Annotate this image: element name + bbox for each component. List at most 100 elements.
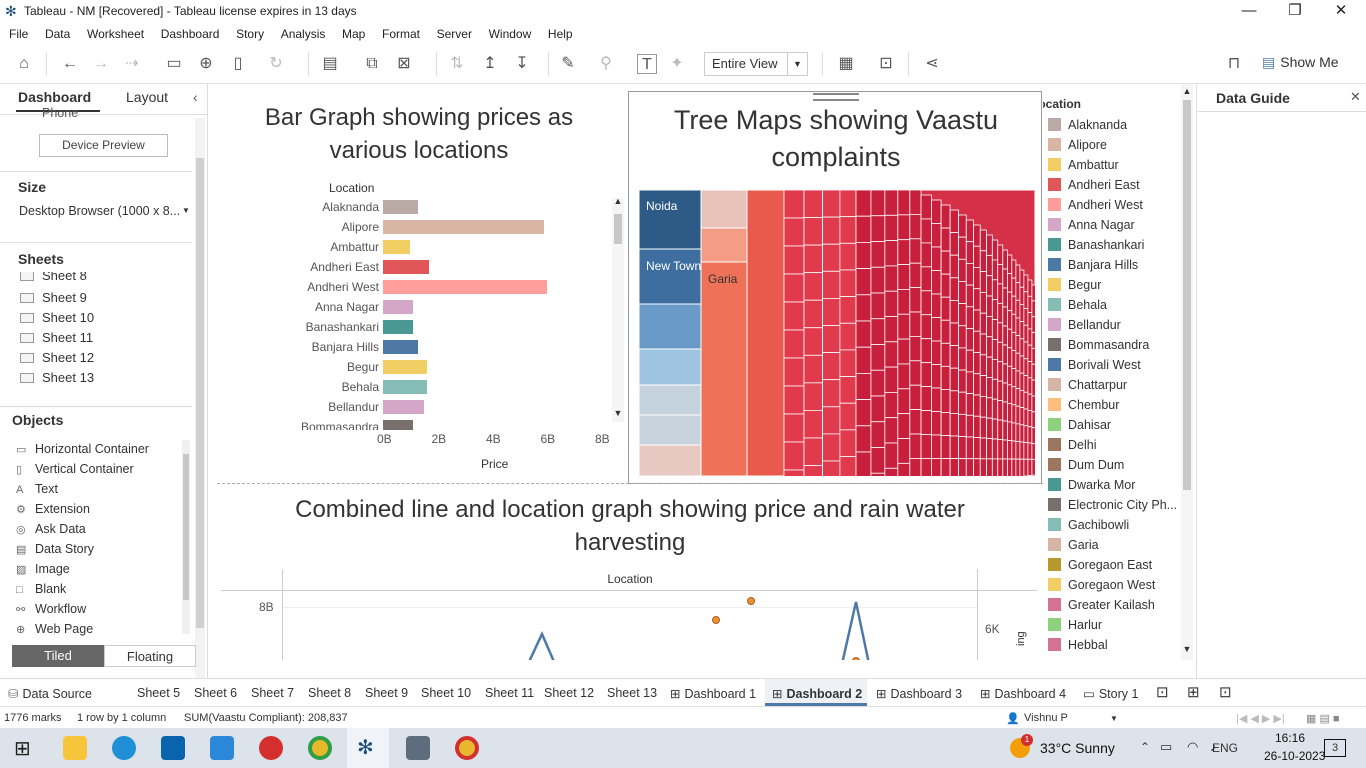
menu-worksheet[interactable]: Worksheet: [87, 24, 144, 44]
show-me-button[interactable]: ▤ Show Me: [1262, 54, 1339, 71]
menu-server[interactable]: Server: [437, 24, 472, 44]
bar-mark[interactable]: [383, 360, 427, 374]
tab-dashboard-2[interactable]: ⊞ Dashboard 2: [772, 686, 862, 701]
object-data-story[interactable]: ▤ Data Story: [16, 542, 94, 556]
remote-desktop-icon[interactable]: [406, 736, 430, 760]
close-icon[interactable]: ✕: [1318, 0, 1364, 24]
collapse-pane-icon[interactable]: ‹: [193, 89, 198, 105]
sheet-item[interactable]: Sheet 11: [20, 330, 93, 345]
legend-item[interactable]: Dwarka Mor: [1048, 478, 1135, 492]
bar-mark[interactable]: [383, 320, 413, 334]
refresh-icon[interactable]: ↻: [266, 54, 286, 74]
object-workflow[interactable]: ⚯ Workflow: [16, 602, 86, 616]
menu-help[interactable]: Help: [548, 24, 573, 44]
redo-icon[interactable]: →: [91, 54, 111, 74]
tab-dashboard-pane[interactable]: Dashboard: [18, 89, 91, 105]
new-story-icon[interactable]: ⊡: [1219, 683, 1232, 701]
legend-item[interactable]: Garia: [1048, 538, 1099, 552]
tableau-taskbar-icon[interactable]: ✻: [357, 735, 374, 760]
sheet-item[interactable]: Sheet 12: [20, 350, 94, 365]
home-icon[interactable]: ⌂: [14, 54, 34, 74]
weather-text[interactable]: 33°C Sunny: [1040, 740, 1115, 756]
bar-chart-scrollbar[interactable]: ▲ ▼: [612, 196, 624, 422]
object-web-page[interactable]: ⊕ Web Page: [16, 622, 93, 636]
store-icon[interactable]: [210, 736, 234, 760]
legend-item[interactable]: Gachibowli: [1048, 518, 1129, 532]
legend-item[interactable]: Borivali West: [1048, 358, 1141, 372]
legend-item[interactable]: Anna Nagar: [1048, 218, 1135, 232]
restore-icon[interactable]: ❐: [1272, 0, 1318, 24]
sheet-item[interactable]: Sheet 10: [20, 310, 94, 325]
wifi-icon[interactable]: ◠: [1187, 739, 1198, 755]
show-labels-icon[interactable]: T: [637, 54, 657, 74]
bar-mark[interactable]: [383, 220, 544, 234]
legend-item[interactable]: Electronic City Ph...: [1048, 498, 1177, 512]
swap-icon[interactable]: ⇅: [447, 54, 467, 74]
legend-item[interactable]: Alipore: [1048, 138, 1107, 152]
bar-mark[interactable]: [383, 240, 411, 254]
legend-item[interactable]: Hebbal: [1048, 638, 1108, 652]
objects-scrollbar[interactable]: [182, 440, 190, 634]
presentation-mode-icon[interactable]: ⊡: [876, 54, 896, 74]
tab-layout-pane[interactable]: Layout: [126, 89, 168, 105]
minimize-icon[interactable]: —: [1226, 0, 1272, 24]
sheet-item[interactable]: Sheet 9: [20, 290, 87, 305]
treemap-sheet[interactable]: Tree Maps showing Vaastu complaints Noid…: [628, 91, 1042, 484]
tab-sheet-13[interactable]: Sheet 13: [607, 686, 657, 700]
chrome-profile-icon[interactable]: [455, 736, 479, 760]
windows-start-icon[interactable]: ⊞: [14, 736, 31, 761]
menu-analysis[interactable]: Analysis: [281, 24, 326, 44]
tab-story-1[interactable]: ▭ Story 1: [1083, 686, 1138, 701]
legend-item[interactable]: Greater Kailash: [1048, 598, 1155, 612]
bar-mark[interactable]: [383, 340, 419, 354]
opera-icon[interactable]: [259, 736, 283, 760]
object-blank[interactable]: □ Blank: [16, 582, 66, 596]
chrome-icon[interactable]: [308, 736, 332, 760]
sheet-item[interactable]: Sheet 13: [20, 370, 94, 385]
legend-item[interactable]: Bellandur: [1048, 318, 1121, 332]
language-indicator[interactable]: ENG: [1212, 741, 1238, 755]
bar-mark[interactable]: [383, 200, 419, 214]
object-extension[interactable]: ⚙ Extension: [16, 502, 90, 516]
tab-sheet-8[interactable]: Sheet 8: [308, 686, 351, 700]
new-sheet-icon[interactable]: ▤: [320, 54, 340, 74]
tab-sheet-6[interactable]: Sheet 6: [194, 686, 237, 700]
legend-item[interactable]: Delhi: [1048, 438, 1097, 452]
object-image[interactable]: ▨ Image: [16, 562, 70, 576]
left-pane-scrollbar[interactable]: [195, 118, 205, 678]
view-toggle-icons[interactable]: ▦ ▤ ■: [1306, 712, 1340, 725]
bar-mark[interactable]: [383, 400, 424, 414]
legend-scrollbar[interactable]: ▲ ▼: [1181, 84, 1193, 660]
clock-date[interactable]: 26-10-2023: [1264, 749, 1325, 763]
file-explorer-icon[interactable]: [63, 736, 87, 760]
status-user[interactable]: Vishnu P: [1024, 712, 1068, 724]
legend-item[interactable]: Chembur: [1048, 398, 1119, 412]
legend-item[interactable]: Dahisar: [1048, 418, 1111, 432]
network-icon[interactable]: ▭: [1160, 739, 1172, 755]
legend-item[interactable]: Dum Dum: [1048, 458, 1124, 472]
fit-select[interactable]: Entire View ▼: [704, 52, 808, 76]
sort-ascending-icon[interactable]: ↥: [480, 54, 500, 74]
tab-sheet-11[interactable]: Sheet 11: [485, 686, 534, 700]
menu-file[interactable]: File: [9, 24, 28, 44]
show-cards-icon[interactable]: ▦: [836, 54, 856, 74]
sort-descending-icon[interactable]: ↧: [512, 54, 532, 74]
navigation-icons[interactable]: |◀ ◀ ▶ ▶|: [1236, 712, 1285, 725]
tab-sheet-5[interactable]: Sheet 5: [137, 686, 180, 700]
undo-icon[interactable]: ←: [60, 54, 80, 74]
size-select[interactable]: Desktop Browser (1000 x 8...: [19, 204, 180, 218]
bar-chart-sheet[interactable]: Bar Graph showing prices as various loca…: [209, 84, 629, 484]
legend-item[interactable]: Begur: [1048, 278, 1101, 292]
pause-updates-icon[interactable]: ▯: [228, 54, 248, 74]
object-vertical-container[interactable]: ▯ Vertical Container: [16, 462, 134, 476]
menu-data[interactable]: Data: [45, 24, 70, 44]
new-dashboard-icon[interactable]: ⊞: [1187, 683, 1200, 701]
legend-item[interactable]: Goregaon East: [1048, 558, 1152, 572]
legend-item[interactable]: Chattarpur: [1048, 378, 1127, 392]
pin-icon[interactable]: ✦: [667, 54, 687, 74]
legend-item[interactable]: Banjara Hills: [1048, 258, 1138, 272]
new-data-source-icon[interactable]: ⊕: [196, 54, 216, 74]
tab-sheet-10[interactable]: Sheet 10: [421, 686, 471, 700]
new-worksheet-icon[interactable]: ⊡: [1156, 683, 1169, 701]
legend-item[interactable]: Goregaon West: [1048, 578, 1155, 592]
